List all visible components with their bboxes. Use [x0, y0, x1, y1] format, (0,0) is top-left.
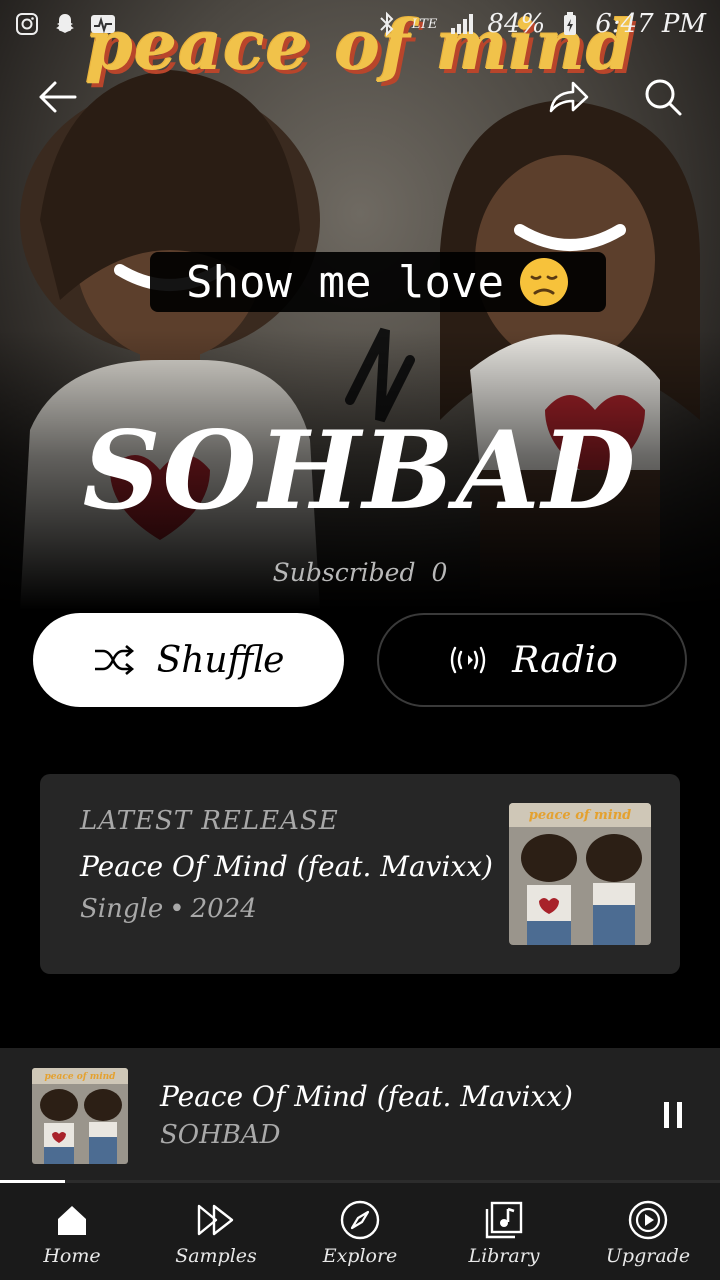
- battery-percent: 84%: [487, 9, 546, 39]
- release-separator: •: [169, 894, 185, 924]
- bottom-navigation: Home Samples Explore Library Upgrade: [0, 1183, 720, 1280]
- artist-name: SOHBAD: [82, 408, 638, 534]
- share-icon: [549, 81, 589, 113]
- release-cover-art: peace of mind: [509, 803, 651, 945]
- nav-library[interactable]: Library: [432, 1183, 576, 1280]
- latest-release-label: LATEST RELEASE: [80, 806, 339, 836]
- samples-icon: [195, 1199, 237, 1241]
- nav-samples[interactable]: Samples: [144, 1183, 288, 1280]
- subscriber-info: Subscribed 0: [0, 558, 720, 587]
- radio-icon: [450, 646, 486, 674]
- pause-icon: [664, 1102, 682, 1128]
- mini-player-cover-art: peace of mind: [32, 1068, 128, 1164]
- clock: 6:47 PM: [595, 9, 706, 39]
- search-icon: [645, 79, 682, 116]
- nav-home-label: Home: [43, 1245, 101, 1267]
- upgrade-icon: [627, 1199, 669, 1241]
- shuffle-button[interactable]: Shuffle: [33, 613, 344, 707]
- nav-samples-label: Samples: [175, 1245, 257, 1267]
- library-icon: [483, 1199, 525, 1241]
- activity-icon: [90, 11, 116, 37]
- status-left: [14, 11, 116, 37]
- now-playing-artist: SOHBAD: [160, 1120, 281, 1150]
- home-icon: [51, 1199, 93, 1241]
- subscribed-count: 0: [431, 558, 448, 587]
- release-year: 2024: [190, 894, 257, 924]
- subscribed-label: Subscribed: [272, 558, 416, 587]
- caption-text: Show me love: [186, 256, 504, 308]
- mini-player[interactable]: peace of mind Peace Of Mind (feat. Mavix…: [0, 1048, 720, 1182]
- release-type: Single: [80, 894, 164, 924]
- nav-library-label: Library: [468, 1245, 540, 1267]
- radio-label: Radio: [512, 639, 618, 681]
- network-type: LTE: [411, 16, 438, 32]
- pause-button[interactable]: [650, 1092, 696, 1138]
- search-button[interactable]: [640, 74, 686, 120]
- disappointed-face-icon: [519, 258, 568, 306]
- nav-home[interactable]: Home: [0, 1183, 144, 1280]
- mini-cover-title: peace of mind: [45, 1072, 117, 1082]
- status-bar: LTE 84% 6:47 PM: [0, 0, 720, 48]
- share-button[interactable]: [544, 74, 592, 120]
- snapchat-icon: [52, 11, 78, 37]
- latest-release-meta: Single • 2024: [80, 894, 257, 924]
- instagram-icon: [14, 11, 40, 37]
- release-cover-title: peace of mind: [529, 808, 632, 823]
- latest-release-title: Peace Of Mind (feat. Mavixx): [80, 850, 493, 883]
- now-playing-title: Peace Of Mind (feat. Mavixx): [160, 1080, 573, 1113]
- nav-upgrade-label: Upgrade: [605, 1245, 691, 1267]
- nav-upgrade[interactable]: Upgrade: [576, 1183, 720, 1280]
- battery-charging-icon: [557, 11, 583, 37]
- explore-icon: [339, 1199, 381, 1241]
- latest-release-card[interactable]: LATEST RELEASE Peace Of Mind (feat. Mavi…: [40, 774, 680, 974]
- shuffle-label: Shuffle: [156, 639, 285, 681]
- radio-button[interactable]: Radio: [377, 613, 687, 707]
- back-button[interactable]: [34, 74, 80, 120]
- status-right: LTE 84% 6:47 PM: [374, 9, 706, 39]
- bluetooth-icon: [374, 11, 400, 37]
- story-caption: Show me love: [150, 252, 606, 312]
- back-arrow-icon: [39, 81, 77, 113]
- signal-icon: [449, 11, 475, 37]
- shuffle-icon: [94, 645, 134, 675]
- nav-explore-label: Explore: [322, 1245, 398, 1267]
- nav-explore[interactable]: Explore: [288, 1183, 432, 1280]
